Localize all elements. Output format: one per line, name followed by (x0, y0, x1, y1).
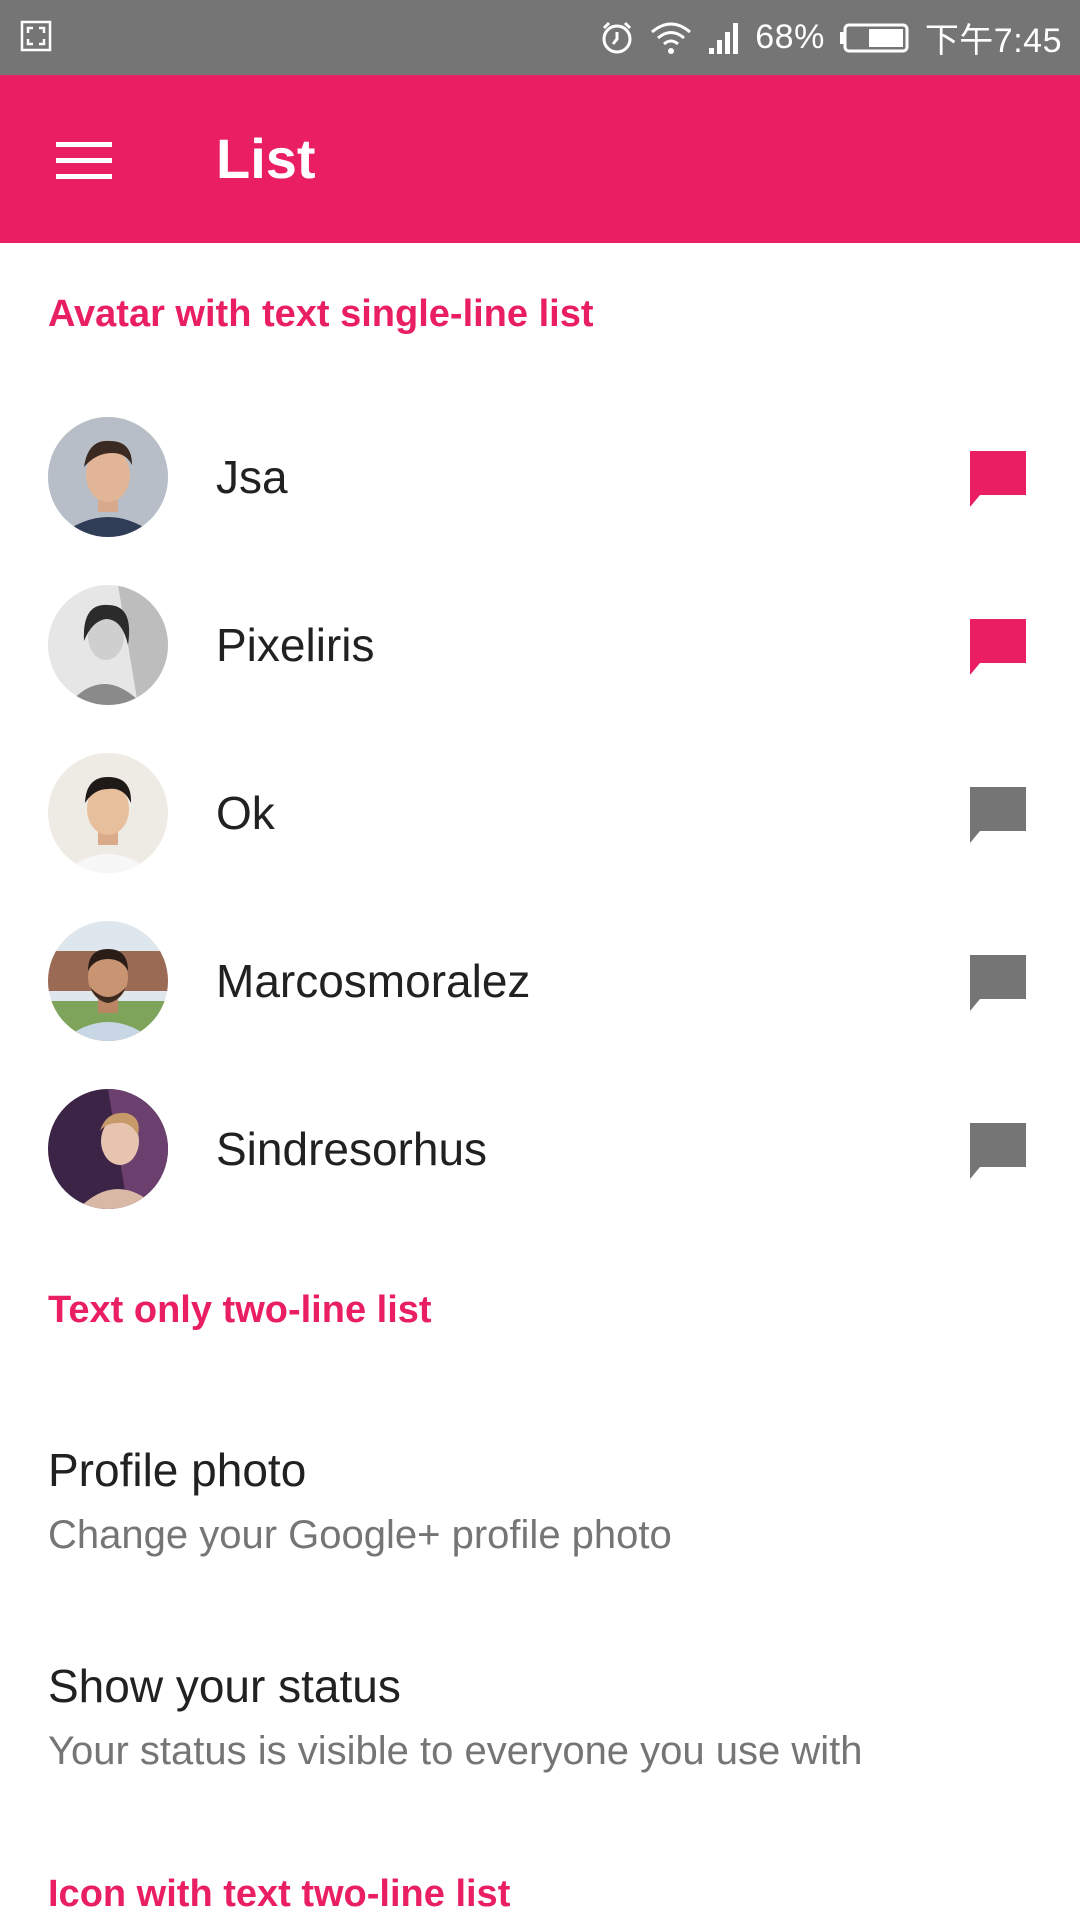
wifi-icon (649, 20, 693, 56)
list-item-name: Marcosmoralez (216, 955, 531, 1007)
list-item-name: Ok (216, 787, 275, 839)
list-item[interactable]: Sindresorhus (0, 1065, 1080, 1233)
chat-bubble-icon (970, 619, 1026, 675)
clock: 下午7:45 (924, 22, 1062, 60)
list-item[interactable]: Ok (0, 729, 1080, 897)
list-item[interactable]: Show your status Your status is visible … (48, 1659, 1048, 1774)
page-title: List (216, 127, 316, 190)
chat-bubble-icon (970, 1123, 1026, 1179)
chat-button[interactable] (966, 447, 1030, 511)
battery-icon (839, 20, 911, 56)
list-item[interactable]: Pixeliris (0, 561, 1080, 729)
avatar (48, 585, 168, 705)
list-item-primary: Profile photo (48, 1444, 307, 1496)
alarm-icon (599, 20, 635, 56)
avatar (48, 753, 168, 873)
screenshot-icon (20, 20, 52, 52)
chat-bubble-icon (970, 955, 1026, 1011)
list-item-name: Jsa (216, 451, 288, 503)
avatar (48, 921, 168, 1041)
list-item-primary: Show your status (48, 1660, 401, 1712)
section-header-two-line-list: Text only two-line list (48, 1289, 432, 1331)
section-header-avatar-list: Avatar with text single-line list (48, 293, 594, 335)
list-item-secondary: Your status is visible to everyone you u… (48, 1729, 863, 1773)
list-item-name: Sindresorhus (216, 1123, 488, 1175)
avatar (48, 1089, 168, 1209)
chat-bubble-icon (970, 451, 1026, 507)
avatar (48, 417, 168, 537)
menu-icon (56, 142, 112, 179)
list-item[interactable]: Profile photo Change your Google+ profil… (48, 1443, 1048, 1558)
app-bar: List (0, 75, 1080, 243)
list-item[interactable]: Marcosmoralez (0, 897, 1080, 1065)
menu-button[interactable] (44, 125, 124, 195)
chat-button[interactable] (966, 1119, 1030, 1183)
list-item-secondary: Change your Google+ profile photo (48, 1513, 672, 1557)
chat-button[interactable] (966, 951, 1030, 1015)
section-header-icon-list: Icon with text two-line list (48, 1873, 511, 1915)
chat-bubble-icon (970, 787, 1026, 843)
status-icons: 68% 下午7:45 (599, 0, 1062, 75)
chat-button[interactable] (966, 615, 1030, 679)
chat-button[interactable] (966, 783, 1030, 847)
list-item-name: Pixeliris (216, 619, 375, 671)
signal-icon (707, 20, 741, 56)
list-item[interactable]: Jsa (0, 393, 1080, 561)
status-bar: 68% 下午7:45 (0, 0, 1080, 75)
battery-percent: 68% (755, 18, 825, 56)
